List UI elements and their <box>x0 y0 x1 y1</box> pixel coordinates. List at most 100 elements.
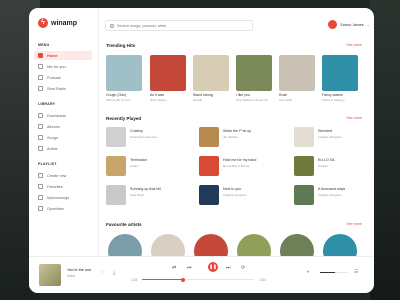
album-art <box>106 185 126 205</box>
sidebar-item-start-radio[interactable]: Start Radio <box>34 84 92 93</box>
trending-card[interactable]: Cough (Odo) KiDi Zerah 6 more <box>106 55 142 102</box>
sidebar-item-podcast[interactable]: Podcast <box>34 73 92 82</box>
sidebar-item-songs[interactable]: Songs <box>34 133 92 142</box>
trending-card[interactable]: Fancy waters Phase ft Jackyey <box>322 55 358 102</box>
music-note-icon <box>38 135 43 140</box>
trending-card[interactable]: Rush Ayra Starr <box>279 55 315 102</box>
volume-icon[interactable]: 🔈︎ <box>307 269 310 275</box>
now-playing-art <box>39 264 61 286</box>
playlist-icon <box>38 195 43 200</box>
sidebar: ϟ winamp MENU Home Mix for you Podcast S… <box>29 8 99 256</box>
track-artist: Post Malone ft Doja Cat <box>236 98 268 102</box>
list-item[interactable]: Running up that hill Kate Bush <box>106 185 161 207</box>
track-title: Fancy waters <box>322 93 343 97</box>
sidebar-item-gymvibes[interactable]: Gymvibes <box>34 204 92 213</box>
track-artist: Burna Boy ft Burna <box>223 163 250 168</box>
favourites-see-more-link[interactable]: See more <box>346 222 362 226</box>
recent-see-more-link[interactable]: See more <box>346 116 362 120</box>
playlist-section-label: PLAYLIST <box>38 162 57 166</box>
track-artist: KiDi Zerah 6 more <box>106 98 131 102</box>
list-item[interactable]: A thousand ways Imagine Dragons <box>294 185 345 207</box>
track-artist: Imagine Dragons <box>318 134 342 139</box>
library-section-label: LIBRARY <box>38 102 56 106</box>
sidebar-item-home[interactable]: Home <box>34 51 92 60</box>
previous-icon[interactable]: ⏮ <box>187 265 192 271</box>
list-item[interactable]: Woke the F*ck up Jon Bellion <box>199 127 251 149</box>
trending-card[interactable]: Stand strong Davido <box>193 55 229 102</box>
heart-icon <box>38 184 43 189</box>
list-item[interactable]: Wrecked Imagine Dragons <box>294 127 342 149</box>
search-box[interactable] <box>105 20 253 31</box>
track-artist: Harry Styles <box>150 98 167 102</box>
track-title: I like you <box>236 93 250 97</box>
sidebar-item-label: Artists <box>47 146 58 151</box>
sidebar-item-label: Podcast <box>47 75 61 80</box>
sidebar-item-artists[interactable]: Artists <box>34 144 92 153</box>
heart-icon[interactable]: ♡ <box>101 270 105 276</box>
album-art <box>193 55 229 91</box>
repeat-icon[interactable]: ⟳ <box>241 265 245 271</box>
album-art <box>150 55 186 91</box>
now-playing-artist: Kaine <box>67 274 76 278</box>
list-item[interactable]: Hold me for my hand Burna Boy ft Burna <box>199 156 256 178</box>
album-art <box>294 127 314 147</box>
list-item[interactable]: Next to you Imagine Dragons <box>199 185 247 207</box>
favourites-title: Favourite artists <box>106 222 142 227</box>
logo[interactable]: ϟ winamp <box>38 18 77 28</box>
search-input[interactable] <box>117 23 247 28</box>
radio-icon <box>38 86 43 91</box>
album-art <box>294 156 314 176</box>
list-item[interactable]: Terminator Asake <box>106 156 147 178</box>
track-title: A thousand ways <box>318 187 346 191</box>
queue-icon[interactable]: ☰ <box>354 269 358 275</box>
trending-card[interactable]: I like you Post Malone ft Doja Cat <box>236 55 272 102</box>
album-art <box>236 55 272 91</box>
sidebar-item-label: Downloads <box>47 113 66 118</box>
sidebar-item-favorites[interactable]: Favorites <box>34 182 92 191</box>
album-icon <box>38 124 43 129</box>
track-title: As it was <box>150 93 165 97</box>
sidebar-item-mix-for-you[interactable]: Mix for you <box>34 62 92 71</box>
trending-see-more-link[interactable]: See more <box>346 43 362 47</box>
album-art <box>199 185 219 205</box>
sidebar-item-mylovesongs[interactable]: Mylovesongs <box>34 193 92 202</box>
shuffle-icon[interactable]: ⇄ <box>172 265 176 271</box>
progress-handle[interactable] <box>181 277 186 282</box>
track-artist: Davido <box>193 98 203 102</box>
search-icon <box>110 23 114 28</box>
track-title: Cough (Odo) <box>106 93 127 97</box>
sidebar-item-label: Songs <box>47 135 58 140</box>
background-right <box>370 0 400 300</box>
trending-card[interactable]: As it was Harry Styles <box>150 55 186 102</box>
user-menu[interactable]: Sotoro James ⌄ <box>328 20 370 29</box>
pause-button[interactable]: ❚❚ <box>208 262 218 272</box>
track-artist: Imagine Dragons <box>223 192 247 197</box>
sidebar-item-label: Favorites <box>47 184 63 189</box>
recent-title: Recently Played <box>106 116 142 121</box>
progress-bar[interactable] <box>142 277 254 282</box>
podcast-icon <box>38 75 43 80</box>
sidebar-item-label: Gymvibes <box>47 206 64 211</box>
track-artist: Jon Bellion <box>223 134 239 139</box>
track-title: Hold me for my hand <box>223 158 257 162</box>
sidebar-item-label: Albums <box>47 124 60 129</box>
list-item[interactable]: Cowboy Charlotte Lawrence <box>106 127 157 149</box>
album-art <box>106 55 142 91</box>
playlist-icon <box>38 206 43 211</box>
user-name: Sotoro James <box>340 22 364 27</box>
sidebar-item-label: Start Radio <box>47 86 66 91</box>
track-artist: Oxlade <box>318 163 328 168</box>
album-art <box>294 185 314 205</box>
sidebar-item-downloads[interactable]: Downloads <box>34 111 92 120</box>
elapsed-time: 1:24 <box>131 278 138 282</box>
list-item[interactable]: KU LO SA Oxlade <box>294 156 335 178</box>
menu-section-label: MENU <box>38 43 50 47</box>
track-title: Rush <box>279 93 288 97</box>
winamp-logo-icon: ϟ <box>38 18 48 28</box>
volume-slider[interactable] <box>320 272 348 274</box>
next-icon[interactable]: ⏭ <box>226 265 231 271</box>
sidebar-item-albums[interactable]: Albums <box>34 122 92 131</box>
download-icon[interactable]: ⤓ <box>113 270 115 276</box>
sidebar-item-create-new[interactable]: Create new <box>34 171 92 180</box>
chevron-down-icon: ⌄ <box>366 22 370 27</box>
